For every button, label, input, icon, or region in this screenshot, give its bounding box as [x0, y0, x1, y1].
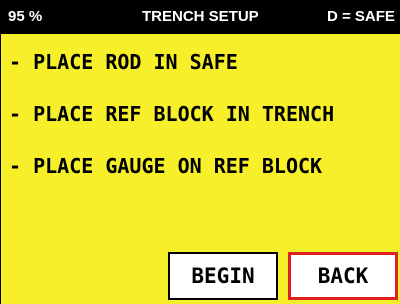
mode-indicator: D = SAFE: [327, 8, 395, 25]
instruction-line-3: - PLACE GAUGE ON REF BLOCK: [9, 154, 323, 178]
device-screen: 95 % TRENCH SETUP D = SAFE - PLACE ROD I…: [0, 0, 400, 304]
instruction-panel: - PLACE ROD IN SAFE - PLACE REF BLOCK IN…: [1, 34, 400, 304]
back-button[interactable]: BACK: [288, 252, 398, 300]
status-bar: 95 % TRENCH SETUP D = SAFE: [0, 0, 400, 34]
begin-button[interactable]: BEGIN: [168, 252, 278, 300]
battery-level: 95 %: [8, 8, 43, 25]
screen-title: TRENCH SETUP: [142, 8, 259, 25]
instruction-line-1: - PLACE ROD IN SAFE: [9, 50, 238, 74]
instruction-line-2: - PLACE REF BLOCK IN TRENCH: [9, 102, 335, 126]
